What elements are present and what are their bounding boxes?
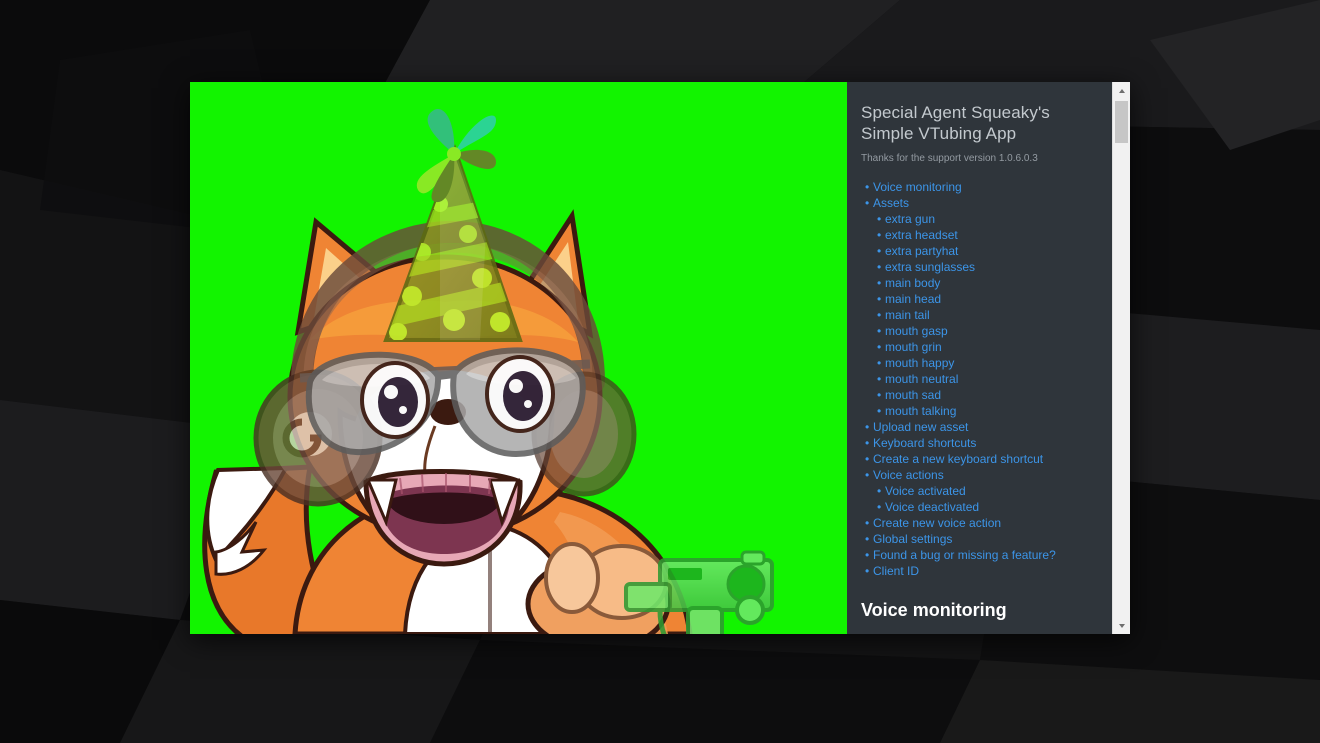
toc-link-voice-activated[interactable]: • Voice activated bbox=[861, 483, 1098, 499]
toc-link-label: Client ID bbox=[873, 564, 920, 578]
toc-link-keyboard-shortcuts[interactable]: • Keyboard shortcuts bbox=[861, 435, 1098, 451]
toc-link-label: Create new voice action bbox=[873, 516, 1002, 530]
toc-link-label: Voice actions bbox=[873, 468, 944, 482]
avatar-greenscreen-stage[interactable] bbox=[190, 82, 847, 634]
bullet-icon: • bbox=[877, 228, 882, 242]
page-title: Special Agent Squeaky's Simple VTubing A… bbox=[861, 103, 1050, 143]
bullet-icon: • bbox=[877, 356, 882, 370]
toc-link-voice-actions[interactable]: • Voice actions bbox=[861, 467, 1098, 483]
bullet-icon: • bbox=[877, 484, 882, 498]
bullet-icon: • bbox=[877, 388, 882, 402]
toc-link-label: Global settings bbox=[873, 532, 953, 546]
toc-link-label: Voice activated bbox=[885, 484, 966, 498]
bullet-icon: • bbox=[877, 324, 882, 338]
bullet-icon: • bbox=[865, 564, 870, 578]
toc-link-label: main tail bbox=[885, 308, 930, 322]
chevron-up-icon bbox=[1118, 88, 1125, 93]
bullet-icon: • bbox=[865, 516, 870, 530]
bullet-icon: • bbox=[877, 404, 882, 418]
bullet-icon: • bbox=[877, 500, 882, 514]
bullet-icon: • bbox=[865, 436, 870, 450]
bullet-icon: • bbox=[877, 308, 882, 322]
vtubing-app-window: Special Agent Squeaky's Simple VTubing A… bbox=[190, 82, 1130, 634]
toc-link-label: Upload new asset bbox=[873, 420, 969, 434]
panel-scroll-content: Special Agent Squeaky's Simple VTubing A… bbox=[847, 82, 1112, 634]
bullet-icon: • bbox=[865, 532, 870, 546]
toc-link-label: Create a new keyboard shortcut bbox=[873, 452, 1044, 466]
toc-link-label: mouth neutral bbox=[885, 372, 959, 386]
toc-link-extra-headset[interactable]: • extra headset bbox=[861, 227, 1098, 243]
toc-link-mouth-gasp[interactable]: • mouth gasp bbox=[861, 323, 1098, 339]
toc-link-label: Found a bug or missing a feature? bbox=[873, 548, 1056, 562]
toc-link-label: main body bbox=[885, 276, 941, 290]
bullet-icon: • bbox=[877, 244, 882, 258]
toc-link-extra-sunglasses[interactable]: • extra sunglasses bbox=[861, 259, 1098, 275]
bullet-icon: • bbox=[877, 276, 882, 290]
toc-link-global-settings[interactable]: • Global settings bbox=[861, 531, 1098, 547]
vtuber-avatar-art bbox=[190, 82, 847, 634]
toc-link-label: main head bbox=[885, 292, 942, 306]
toc-link-extra-partyhat[interactable]: • extra partyhat bbox=[861, 243, 1098, 259]
toc-link-create-a-new-keyboard-shortcut[interactable]: • Create a new keyboard shortcut bbox=[861, 451, 1098, 467]
voice-monitoring-heading: Voice monitoring bbox=[861, 600, 1007, 620]
bullet-icon: • bbox=[877, 212, 882, 226]
scrollbar-thumb[interactable] bbox=[1115, 101, 1128, 143]
bullet-icon: • bbox=[865, 468, 870, 482]
panel-scrollbar[interactable] bbox=[1112, 82, 1130, 634]
bullet-icon: • bbox=[877, 340, 882, 354]
bullet-icon: • bbox=[877, 292, 882, 306]
toc-link-mouth-happy[interactable]: • mouth happy bbox=[861, 355, 1098, 371]
toc-link-found-a-bug-or-missing-a-feature[interactable]: • Found a bug or missing a feature? bbox=[861, 547, 1098, 563]
bullet-icon: • bbox=[865, 420, 870, 434]
toc-link-voice-monitoring[interactable]: • Voice monitoring bbox=[861, 179, 1098, 195]
toc-link-extra-gun[interactable]: • extra gun bbox=[861, 211, 1098, 227]
bullet-icon: • bbox=[877, 260, 882, 274]
toc-link-label: Voice monitoring bbox=[873, 180, 962, 194]
toc-link-label: Voice deactivated bbox=[885, 500, 980, 514]
toc-link-mouth-sad[interactable]: • mouth sad bbox=[861, 387, 1098, 403]
toc-link-label: Assets bbox=[873, 196, 910, 210]
toc-link-mouth-talking[interactable]: • mouth talking bbox=[861, 403, 1098, 419]
bullet-icon: • bbox=[865, 180, 870, 194]
toc-link-assets[interactable]: • Assets bbox=[861, 195, 1098, 211]
toc-link-client-id[interactable]: • Client ID bbox=[861, 563, 1098, 579]
bullet-icon: • bbox=[865, 452, 870, 466]
bullet-icon: • bbox=[865, 548, 870, 562]
toc-link-main-body[interactable]: • main body bbox=[861, 275, 1098, 291]
toc-link-label: Keyboard shortcuts bbox=[873, 436, 977, 450]
toc-link-label: mouth grin bbox=[885, 340, 942, 354]
toc-link-label: extra gun bbox=[885, 212, 936, 226]
control-panel: Special Agent Squeaky's Simple VTubing A… bbox=[847, 82, 1130, 634]
chevron-down-icon bbox=[1118, 623, 1125, 628]
toc-link-main-tail[interactable]: • main tail bbox=[861, 307, 1098, 323]
bullet-icon: • bbox=[865, 196, 870, 210]
toc-link-voice-deactivated[interactable]: • Voice deactivated bbox=[861, 499, 1098, 515]
scroll-up-button[interactable] bbox=[1113, 82, 1130, 99]
toc-link-main-head[interactable]: • main head bbox=[861, 291, 1098, 307]
toc-link-label: extra partyhat bbox=[885, 244, 959, 258]
toc-link-mouth-neutral[interactable]: • mouth neutral bbox=[861, 371, 1098, 387]
toc-link-upload-new-asset[interactable]: • Upload new asset bbox=[861, 419, 1098, 435]
bullet-icon: • bbox=[877, 372, 882, 386]
toc-link-label: extra sunglasses bbox=[885, 260, 976, 274]
toc-link-create-new-voice-action[interactable]: • Create new voice action bbox=[861, 515, 1098, 531]
toc-link-label: mouth happy bbox=[885, 356, 955, 370]
toc-link-label: extra headset bbox=[885, 228, 958, 242]
scroll-down-button[interactable] bbox=[1113, 617, 1130, 634]
toc-link-label: mouth sad bbox=[885, 388, 942, 402]
toc-link-mouth-grin[interactable]: • mouth grin bbox=[861, 339, 1098, 355]
toc-link-label: mouth gasp bbox=[885, 324, 948, 338]
version-note: Thanks for the support version 1.0.6.0.3 bbox=[861, 153, 1038, 164]
toc-link-label: mouth talking bbox=[885, 404, 957, 418]
table-of-contents: • Voice monitoring • Assets • extra gun • extra… bbox=[861, 179, 1098, 579]
